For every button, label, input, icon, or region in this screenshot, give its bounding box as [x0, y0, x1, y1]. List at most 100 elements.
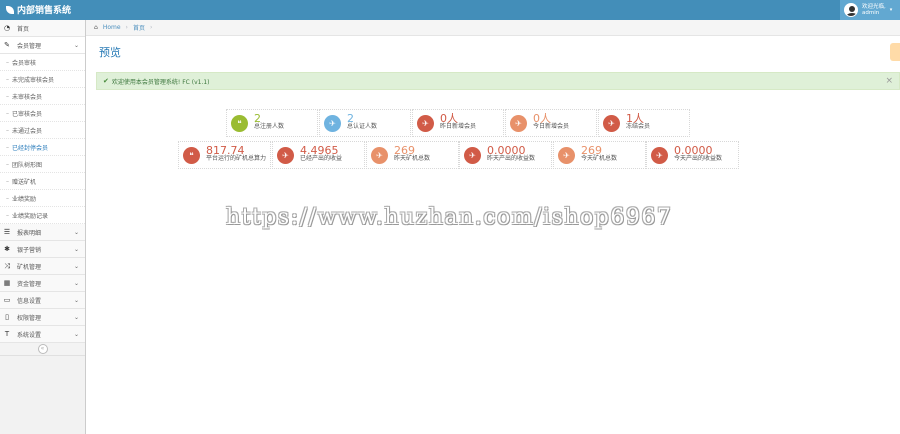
chevron-down-icon: ⌄ — [73, 245, 79, 253]
dash-icon: – — [6, 126, 9, 134]
stat-box: ✈ 2 总认证人数 — [319, 109, 411, 137]
app-title: 内部销售系统 — [17, 6, 72, 16]
sidebar-group[interactable]: ⤨ 矿机管理 ⌄ — [0, 258, 85, 275]
page-title: 预览 — [99, 46, 121, 59]
welcome-alert: ✔ 欢迎使用本会员管理系统! FC (v1.1) × — [96, 72, 900, 90]
comments-icon: ❝ — [183, 146, 200, 164]
sidebar-subitem[interactable]: – 业绩奖励 — [0, 190, 85, 207]
stat-value: 1人 — [626, 112, 644, 125]
edit-icon: ✎ — [4, 41, 10, 49]
stat-box: ❝ 817.74 平台运行的矿机总算力 — [178, 141, 271, 169]
twitter-icon: ✈ — [371, 146, 388, 164]
sidebar-collapse-button[interactable]: « — [0, 343, 85, 356]
dash-icon: – — [6, 160, 9, 168]
sidebar-item-label: 首页 — [17, 25, 30, 33]
stat-box: ❝ 2 总注册人数 — [226, 109, 318, 137]
leaf-icon — [6, 5, 14, 14]
sidebar-item-label: 矿机管理 — [17, 263, 42, 271]
sidebar-subitem[interactable]: – 未完成审核会员 — [0, 71, 85, 88]
dash-icon: – — [6, 75, 9, 83]
sidebar-subitem[interactable]: – 未通过会员 — [0, 122, 85, 139]
app-brand[interactable]: 内部销售系统 — [6, 3, 71, 16]
stat-box: ✈ 0.0000 今天产出的收益数 — [646, 141, 739, 169]
sidebar-group[interactable]: ▦ 资金管理 ⌄ — [0, 275, 85, 292]
stat-value: 4.4965 — [300, 144, 339, 157]
dash-icon: – — [6, 194, 9, 202]
twitter-icon: ✈ — [558, 146, 575, 164]
sidebar-group[interactable]: ▯ 权限管理 ⌄ — [0, 309, 85, 326]
asterisk-icon: ✱ — [4, 245, 10, 253]
sidebar-subitem[interactable]: – 已审核会员 — [0, 105, 85, 122]
sidebar-item-label: 银子营销 — [17, 246, 42, 254]
tachometer-icon: ◔ — [3, 24, 11, 32]
double-angle-left-icon: « — [37, 344, 48, 354]
chevron-down-icon: ⌄ — [73, 41, 79, 49]
twitter-icon: ✈ — [277, 146, 294, 164]
sidebar-submenu: – 会员审核 – 未完成审核会员 – 未审核会员 – 已审核会员 – 未通过会员 – 已经封停会员 – 团… — [0, 54, 85, 224]
close-icon[interactable]: × — [885, 76, 893, 86]
stat-label: 总认证人数 — [347, 123, 378, 130]
check-icon: ✔ — [103, 77, 109, 85]
navbar: 内部销售系统 欢迎光临, admin ▾ — [0, 0, 900, 20]
sidebar-subitem-label: 未完成审核会员 — [12, 76, 55, 84]
sidebar-subitem[interactable]: – 已经封停会员 — [0, 139, 85, 156]
user-menu[interactable]: 欢迎光临, admin ▾ — [840, 0, 900, 20]
dash-icon: – — [6, 92, 9, 100]
twitter-icon: ✈ — [510, 114, 527, 132]
sidebar-item-label: 系统设置 — [17, 331, 42, 339]
dash-icon: – — [6, 143, 9, 151]
sidebar-subitem-label: 团队树形图 — [12, 161, 43, 169]
sidebar-subitem[interactable]: – 业绩奖励记录 — [0, 207, 85, 224]
sidebar-subitem[interactable]: – 会员审核 — [0, 54, 85, 71]
sidebar-subitem-label: 已审核会员 — [12, 110, 43, 118]
sidebar-item-label: 权限管理 — [17, 314, 42, 322]
text-width-icon: T — [4, 330, 10, 338]
chevron-down-icon: ⌄ — [73, 296, 79, 304]
stat-value: 2 — [347, 112, 354, 125]
sidebar-group[interactable]: ✱ 银子营销 ⌄ — [0, 241, 85, 258]
stat-label: 昨天产出的收益数 — [487, 155, 536, 162]
stat-box: ✈ 0人 今日新增会员 — [505, 109, 597, 137]
twitter-icon: ✈ — [324, 114, 341, 132]
breadcrumb: ⌂ Home › 首页 › — [86, 20, 900, 36]
stat-label: 平台运行的矿机总算力 — [206, 155, 267, 162]
sidebar-subitem-label: 未审核会员 — [12, 93, 43, 101]
sidebar-group[interactable]: T 系统设置 ⌄ — [0, 326, 85, 343]
sidebar-item-members[interactable]: ✎ 会员管理 ⌄ — [0, 37, 85, 54]
stat-box: ✈ 4.4965 已经产出的收益 — [272, 141, 365, 169]
sidebar-subitem-label: 会员审核 — [12, 59, 37, 67]
stat-label: 今天产出的收益数 — [674, 155, 723, 162]
sidebar-item-label: 信息设置 — [17, 297, 42, 305]
sidebar-subitem[interactable]: – 赠送矿机 — [0, 173, 85, 190]
sidebar-subitem-label: 业绩奖励 — [12, 195, 37, 203]
sidebar-group[interactable]: ▭ 信息设置 ⌄ — [0, 292, 85, 309]
random-icon: ⤨ — [4, 261, 10, 270]
sidebar: ◔ 首页 ✎ 会员管理 ⌄ – 会员审核 – 未完成审核会员 – 未审核会员 – 已审核会员 –… — [0, 20, 86, 434]
avatar — [844, 3, 858, 17]
stat-value: 0.0000 — [674, 144, 713, 157]
stat-value: 269 — [581, 144, 602, 157]
dash-icon: – — [6, 58, 9, 66]
sidebar-group[interactable]: ☰ 报表明细 ⌄ — [0, 224, 85, 241]
stat-label: 今天矿机总数 — [581, 155, 618, 162]
stat-label: 今日新增会员 — [533, 123, 570, 130]
comments-icon: ❝ — [231, 114, 248, 132]
chevron-down-icon: ⌄ — [73, 313, 79, 321]
dash-icon: – — [6, 109, 9, 117]
dash-icon: – — [6, 211, 9, 219]
sidebar-subitem-label: 未通过会员 — [12, 127, 43, 135]
settings-toggle-button[interactable] — [890, 43, 900, 61]
twitter-icon: ✈ — [651, 146, 668, 164]
sidebar-item-home[interactable]: ◔ 首页 — [0, 20, 85, 37]
sidebar-groups: ☰ 报表明细 ⌄ ✱ 银子营销 ⌄ ⤨ 矿机管理 ⌄ ▦ 资金管理 ⌄ ▭ 信息设置 ⌄ ▯ 权限管理 ⌄ T 系统设… — [0, 224, 85, 343]
chevron-down-icon: ⌄ — [73, 330, 79, 338]
sidebar-subitem[interactable]: – 未审核会员 — [0, 88, 85, 105]
chevron-right-icon: › — [149, 24, 153, 31]
sidebar-subitem[interactable]: – 团队树形图 — [0, 156, 85, 173]
stat-label: 昨日新增会员 — [440, 123, 477, 130]
breadcrumb-current[interactable]: 首页 — [133, 23, 145, 32]
breadcrumb-home[interactable]: Home — [103, 24, 121, 31]
stat-box: ✈ 269 今天矿机总数 — [553, 141, 646, 169]
chevron-down-icon: ⌄ — [73, 279, 79, 287]
stat-box: ✈ 0.0000 昨天产出的收益数 — [459, 141, 552, 169]
